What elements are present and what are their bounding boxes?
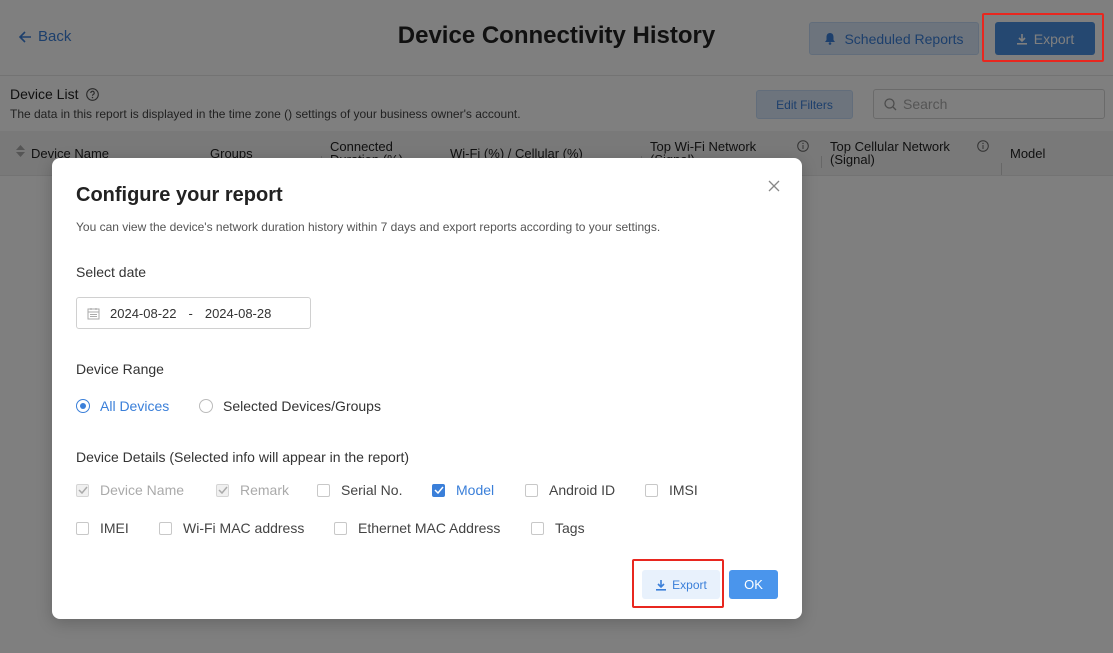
radio-dot bbox=[76, 399, 90, 413]
checkbox-label: Remark bbox=[240, 482, 290, 498]
checkbox-imei[interactable]: IMEI bbox=[76, 520, 129, 536]
checkbox-box bbox=[432, 483, 445, 497]
checkbox-ethernet-mac[interactable]: Ethernet MAC Address bbox=[334, 520, 500, 536]
select-date-label: Select date bbox=[76, 264, 147, 280]
ok-button[interactable]: OK bbox=[729, 570, 778, 599]
dialog-title: Configure your report bbox=[76, 184, 283, 206]
dialog-export-button[interactable]: Export bbox=[642, 570, 720, 599]
checkbox-remark: Remark bbox=[216, 482, 289, 498]
checkbox-device-name: Device Name bbox=[76, 482, 184, 498]
date-end: 2024-08-28 bbox=[204, 305, 272, 321]
checkbox-box bbox=[317, 483, 330, 497]
date-start: 2024-08-22 bbox=[110, 305, 177, 321]
configure-report-dialog: Configure your report You can view the d… bbox=[52, 158, 802, 619]
dialog-export-label: Export bbox=[672, 577, 707, 592]
checkbox-box bbox=[76, 521, 89, 535]
checkbox-box bbox=[531, 521, 544, 535]
checkbox-label: Android ID bbox=[549, 482, 616, 498]
checkbox-box bbox=[525, 483, 538, 497]
checkbox-model[interactable]: Model bbox=[432, 482, 494, 498]
close-icon[interactable] bbox=[768, 180, 780, 192]
radio-selected-devices-label: Selected Devices/Groups bbox=[223, 398, 381, 414]
checkbox-box bbox=[76, 483, 89, 497]
checkbox-label: IMEI bbox=[100, 520, 129, 536]
checkbox-box bbox=[334, 521, 347, 535]
checkbox-imsi[interactable]: IMSI bbox=[645, 482, 698, 498]
radio-all-devices-label: All Devices bbox=[100, 398, 170, 414]
check-icon bbox=[217, 486, 228, 494]
checkbox-box bbox=[645, 483, 658, 497]
radio-all-devices[interactable]: All Devices bbox=[76, 398, 169, 414]
checkbox-label: Tags bbox=[555, 520, 585, 536]
checkbox-label: Ethernet MAC Address bbox=[358, 520, 501, 536]
checkbox-tags[interactable]: Tags bbox=[531, 520, 585, 536]
checkbox-serial-no[interactable]: Serial No. bbox=[317, 482, 402, 498]
checkbox-wifi-mac[interactable]: Wi-Fi MAC address bbox=[159, 520, 304, 536]
checkbox-label: Serial No. bbox=[341, 482, 403, 498]
checkbox-box bbox=[159, 521, 172, 535]
date-separator: - bbox=[188, 305, 193, 321]
download-icon bbox=[656, 579, 667, 591]
date-range-picker[interactable]: 2024-08-22 - 2024-08-28 bbox=[76, 297, 311, 329]
checkbox-box bbox=[216, 483, 229, 497]
checkbox-label: IMSI bbox=[669, 482, 698, 498]
checkbox-label: Wi-Fi MAC address bbox=[183, 520, 305, 536]
dialog-description: You can view the device's network durati… bbox=[76, 220, 661, 234]
radio-selected-devices[interactable]: Selected Devices/Groups bbox=[199, 398, 381, 414]
check-icon bbox=[77, 486, 88, 494]
checkbox-label: Device Name bbox=[100, 482, 185, 498]
checkbox-android-id[interactable]: Android ID bbox=[525, 482, 615, 498]
calendar-icon bbox=[87, 307, 100, 319]
device-range-label: Device Range bbox=[76, 361, 164, 377]
device-details-label: Device Details (Selected info will appea… bbox=[76, 449, 410, 465]
radio-dot bbox=[199, 399, 213, 413]
checkbox-label: Model bbox=[456, 482, 495, 498]
check-icon bbox=[433, 486, 444, 494]
